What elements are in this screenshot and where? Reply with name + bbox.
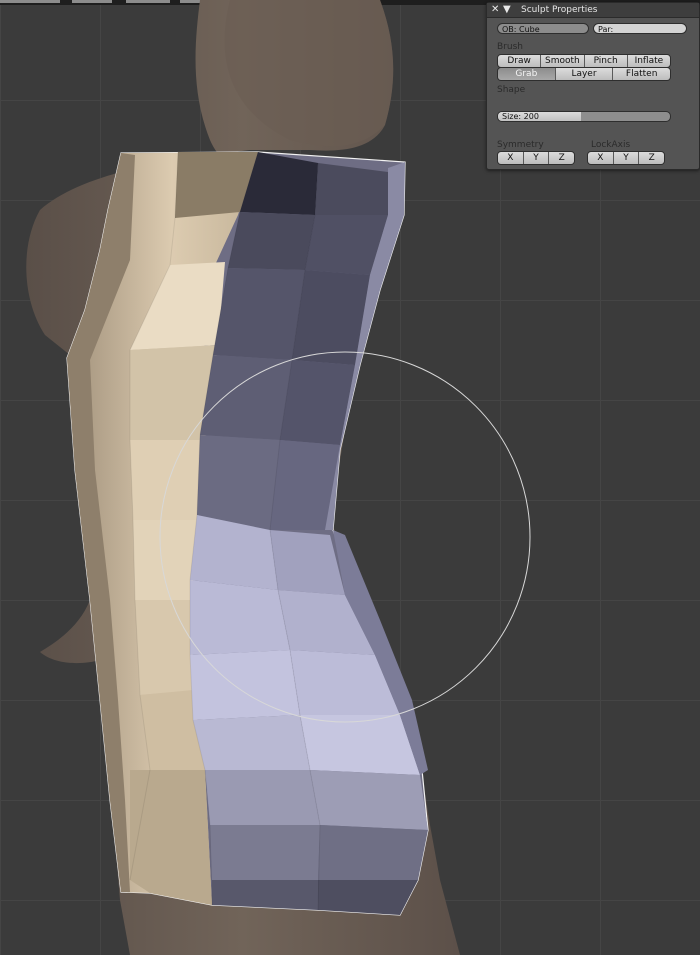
lockaxis-x-toggle[interactable]: X bbox=[588, 152, 614, 164]
brush-inflate-button[interactable]: Inflate bbox=[627, 55, 670, 67]
brush-grab-button[interactable]: Grab bbox=[498, 68, 556, 80]
brush-flatten-button[interactable]: Flatten bbox=[613, 68, 670, 80]
brush-pinch-button[interactable]: Pinch bbox=[584, 55, 628, 67]
symmetry-x-toggle[interactable]: X bbox=[498, 152, 524, 164]
parent-field[interactable]: Par: bbox=[593, 23, 687, 34]
symmetry-y-toggle[interactable]: Y bbox=[523, 152, 550, 164]
brush-draw-button[interactable]: Draw bbox=[498, 55, 542, 67]
collapse-icon[interactable]: ▼ bbox=[503, 4, 511, 16]
brush-label: Brush bbox=[497, 42, 523, 52]
mesh-cage[interactable] bbox=[66, 151, 429, 916]
size-slider[interactable]: Size: 200 bbox=[497, 111, 671, 122]
brush-smooth-button[interactable]: Smooth bbox=[541, 55, 585, 67]
sculpt-properties-panel[interactable]: ✕ ▼ Sculpt Properties OB: Cube Par: Brus… bbox=[486, 2, 700, 170]
symmetry-z-toggle[interactable]: Z bbox=[549, 152, 574, 164]
object-name-field[interactable]: OB: Cube bbox=[497, 23, 589, 34]
panel-header[interactable]: ✕ ▼ Sculpt Properties bbox=[487, 3, 699, 18]
symmetry-label: Symmetry bbox=[497, 140, 544, 150]
brush-layer-button[interactable]: Layer bbox=[555, 68, 614, 80]
brush-row-2: Grab Layer Flatten bbox=[497, 67, 671, 81]
lockaxis-axes: X Y Z bbox=[587, 151, 665, 165]
panel-title: Sculpt Properties bbox=[521, 5, 598, 15]
size-value: Size: 200 bbox=[502, 112, 539, 121]
symmetry-axes: X Y Z bbox=[497, 151, 575, 165]
lockaxis-y-toggle[interactable]: Y bbox=[613, 152, 640, 164]
lockaxis-z-toggle[interactable]: Z bbox=[639, 152, 664, 164]
shape-label: Shape bbox=[497, 85, 526, 95]
brush-row-1: Draw Smooth Pinch Inflate bbox=[497, 54, 671, 68]
close-icon[interactable]: ✕ bbox=[491, 4, 499, 16]
lockaxis-label: LockAxis bbox=[591, 140, 631, 150]
